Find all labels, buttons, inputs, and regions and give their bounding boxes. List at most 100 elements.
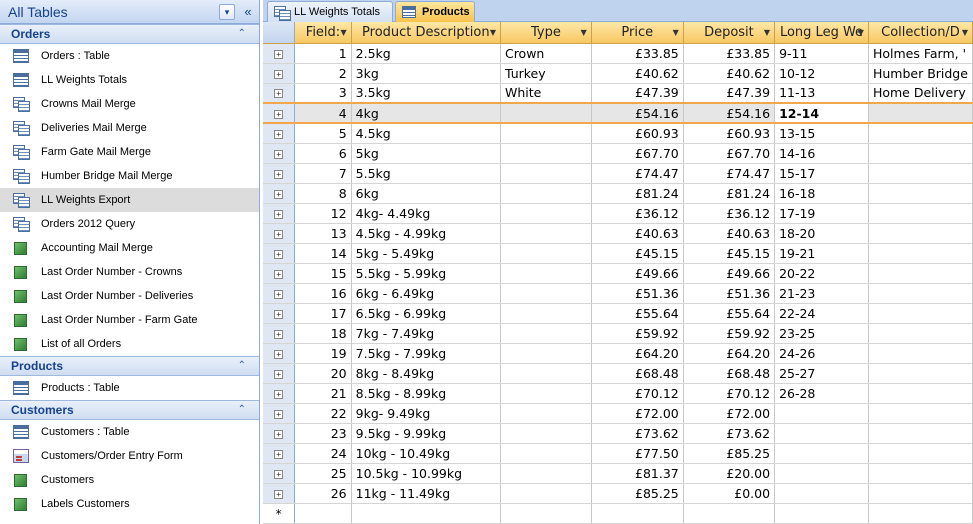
- column-header[interactable]: Type ▼: [500, 22, 592, 44]
- column-filter-dropdown-icon[interactable]: ▼: [340, 28, 346, 37]
- row-selector[interactable]: +: [263, 303, 296, 324]
- nav-group-customers[interactable]: Customers ⌃: [0, 400, 259, 420]
- table-cell[interactable]: £67.70: [683, 143, 776, 164]
- row-selector[interactable]: +: [263, 443, 296, 464]
- table-cell[interactable]: 2.5kg: [351, 43, 501, 64]
- table-cell[interactable]: 16: [294, 283, 352, 304]
- expand-subdatasheet-icon[interactable]: +: [274, 409, 284, 419]
- table-cell[interactable]: 15-17: [774, 163, 869, 184]
- table-cell[interactable]: 7kg - 7.49kg: [351, 323, 501, 344]
- table-cell[interactable]: [868, 303, 973, 324]
- table-cell[interactable]: £73.62: [683, 423, 776, 444]
- table-cell[interactable]: 3kg: [351, 63, 501, 84]
- table-row[interactable]: +12 4kg- 4.49kg £36.12 £36.12 17-19: [263, 203, 973, 224]
- table-cell[interactable]: [774, 403, 869, 424]
- table-cell[interactable]: 10.5kg - 10.99kg: [351, 463, 501, 484]
- expand-subdatasheet-icon[interactable]: +: [274, 229, 284, 239]
- table-cell[interactable]: 12-14: [774, 102, 869, 124]
- table-row[interactable]: +24 10kg - 10.49kg £77.50 £85.25: [263, 443, 973, 464]
- table-cell[interactable]: £49.66: [591, 263, 684, 284]
- column-header[interactable]: Long Leg We ▼: [774, 22, 869, 44]
- nav-group-products[interactable]: Products ⌃: [0, 356, 259, 376]
- table-cell[interactable]: £45.15: [683, 243, 776, 264]
- expand-subdatasheet-icon[interactable]: +: [274, 449, 284, 459]
- table-cell[interactable]: [868, 243, 973, 264]
- table-cell[interactable]: £68.48: [591, 363, 684, 384]
- column-header[interactable]: Deposit ▼: [683, 22, 776, 44]
- table-cell[interactable]: £72.00: [591, 403, 684, 424]
- row-selector[interactable]: +: [263, 43, 296, 64]
- table-cell[interactable]: £49.66: [683, 263, 776, 284]
- table-cell[interactable]: 18: [294, 323, 352, 344]
- table-cell[interactable]: 2: [294, 63, 352, 84]
- table-cell[interactable]: £59.92: [591, 323, 684, 344]
- table-cell[interactable]: [294, 503, 352, 524]
- table-row[interactable]: +15 5.5kg - 5.99kg £49.66 £49.66 20-22: [263, 263, 973, 284]
- table-cell[interactable]: 25: [294, 463, 352, 484]
- table-cell[interactable]: £55.64: [591, 303, 684, 324]
- table-cell[interactable]: £60.93: [683, 123, 776, 144]
- nav-item[interactable]: Last Order Number - Farm Gate: [0, 308, 259, 332]
- nav-item[interactable]: Orders : Table: [0, 44, 259, 68]
- table-cell[interactable]: 1: [294, 43, 352, 64]
- table-cell[interactable]: [774, 483, 869, 504]
- table-cell[interactable]: £68.48: [683, 363, 776, 384]
- table-cell[interactable]: £81.37: [591, 463, 684, 484]
- table-cell[interactable]: Home Delivery: [868, 83, 973, 104]
- table-cell[interactable]: 6: [294, 143, 352, 164]
- table-cell[interactable]: 13: [294, 223, 352, 244]
- row-selector[interactable]: +: [263, 283, 296, 304]
- row-selector[interactable]: +: [263, 243, 296, 264]
- expand-subdatasheet-icon[interactable]: +: [274, 309, 284, 319]
- chevron-down-icon[interactable]: ▾: [219, 4, 235, 20]
- table-row[interactable]: +26 11kg - 11.49kg £85.25 £0.00: [263, 483, 973, 504]
- table-cell[interactable]: £45.15: [591, 243, 684, 264]
- table-row[interactable]: +23 9.5kg - 9.99kg £73.62 £73.62: [263, 423, 973, 444]
- table-cell[interactable]: [868, 363, 973, 384]
- expand-subdatasheet-icon[interactable]: +: [274, 189, 284, 199]
- table-cell[interactable]: 6.5kg - 6.99kg: [351, 303, 501, 324]
- table-cell[interactable]: £20.00: [683, 463, 776, 484]
- table-cell[interactable]: [868, 503, 973, 524]
- row-selector[interactable]: +: [263, 163, 296, 184]
- expand-subdatasheet-icon[interactable]: +: [274, 89, 284, 99]
- table-cell[interactable]: 8: [294, 183, 352, 204]
- row-selector[interactable]: +: [263, 323, 296, 344]
- nav-item[interactable]: LL Weights Export: [0, 188, 259, 212]
- table-cell[interactable]: [500, 283, 592, 304]
- table-cell[interactable]: 10-12: [774, 63, 869, 84]
- table-row[interactable]: +19 7.5kg - 7.99kg £64.20 £64.20 24-26: [263, 343, 973, 364]
- table-cell[interactable]: 9.5kg - 9.99kg: [351, 423, 501, 444]
- table-row[interactable]: +17 6.5kg - 6.99kg £55.64 £55.64 22-24: [263, 303, 973, 324]
- nav-item[interactable]: Customers : Table: [0, 420, 259, 444]
- table-cell[interactable]: 6kg: [351, 183, 501, 204]
- table-cell[interactable]: [500, 383, 592, 404]
- table-cell[interactable]: £51.36: [683, 283, 776, 304]
- nav-item[interactable]: Crowns Mail Merge: [0, 92, 259, 116]
- table-row[interactable]: +1 2.5kg Crown £33.85 £33.85 9-11 Holmes Farm,…: [263, 43, 973, 64]
- table-cell[interactable]: [500, 483, 592, 504]
- table-cell[interactable]: 15: [294, 263, 352, 284]
- table-cell[interactable]: £81.24: [683, 183, 776, 204]
- table-cell[interactable]: [500, 443, 592, 464]
- table-cell[interactable]: [500, 143, 592, 164]
- table-row[interactable]: +6 5kg £67.70 £67.70 14-16: [263, 143, 973, 164]
- table-cell[interactable]: 26: [294, 483, 352, 504]
- table-cell[interactable]: 21-23: [774, 283, 869, 304]
- table-cell[interactable]: [500, 403, 592, 424]
- table-cell[interactable]: £54.16: [591, 102, 684, 124]
- table-cell[interactable]: £55.64: [683, 303, 776, 324]
- nav-item[interactable]: Products : Table: [0, 376, 259, 400]
- table-cell[interactable]: 4.5kg - 4.99kg: [351, 223, 501, 244]
- expand-subdatasheet-icon[interactable]: +: [274, 109, 284, 119]
- table-cell[interactable]: [500, 183, 592, 204]
- tab-products[interactable]: Products: [395, 1, 475, 22]
- table-cell[interactable]: £60.93: [591, 123, 684, 144]
- column-header[interactable]: Field: ▼: [294, 22, 352, 44]
- new-record-row[interactable]: *: [263, 503, 973, 524]
- table-cell[interactable]: [500, 243, 592, 264]
- nav-pane-header[interactable]: All Tables ▾ «: [0, 0, 259, 24]
- table-row[interactable]: +16 6kg - 6.49kg £51.36 £51.36 21-23: [263, 283, 973, 304]
- column-header[interactable]: Price ▼: [591, 22, 684, 44]
- table-cell[interactable]: 14-16: [774, 143, 869, 164]
